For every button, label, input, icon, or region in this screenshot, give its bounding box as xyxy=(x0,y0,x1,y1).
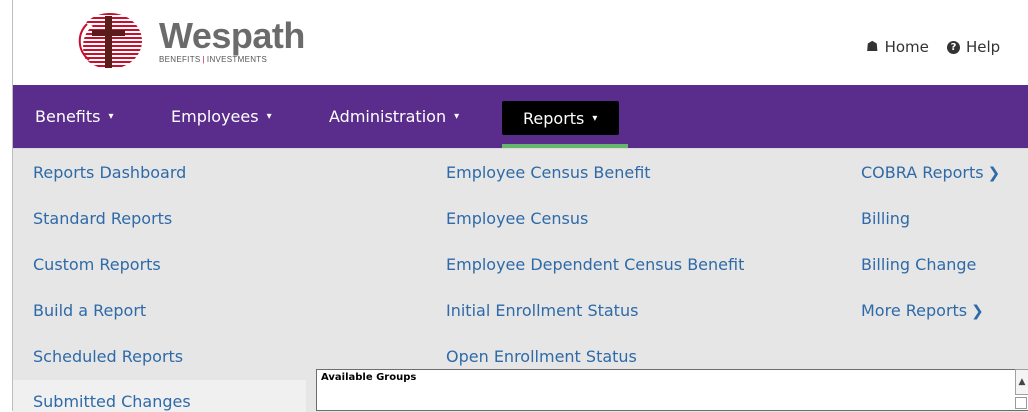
nav-administration[interactable]: Administration ▾ xyxy=(329,85,459,148)
menu-more-reports-label: More Reports xyxy=(861,301,968,320)
menu-billing[interactable]: Billing xyxy=(861,209,910,228)
nav-employees-label: Employees xyxy=(171,107,259,126)
available-groups-title: Available Groups xyxy=(321,372,417,383)
menu-initial-enrollment-status[interactable]: Initial Enrollment Status xyxy=(446,301,638,320)
chevron-down-icon: ▾ xyxy=(108,111,114,122)
nav-administration-label: Administration xyxy=(329,107,447,126)
brand-text: Wespath BENEFITS | INVESTMENTS xyxy=(159,15,305,65)
nav-benefits-label: Benefits xyxy=(35,107,101,126)
main-nav: Benefits ▾ Employees ▾ Administration ▾ … xyxy=(13,85,1028,148)
menu-submitted-changes[interactable]: Submitted Changes xyxy=(33,392,191,411)
menu-billing-change[interactable]: Billing Change xyxy=(861,255,976,274)
home-link[interactable]: ☗ Home xyxy=(866,38,929,56)
app-frame: Wespath BENEFITS | INVESTMENTS ☗ Home ? He… xyxy=(12,0,1028,412)
menu-build-a-report[interactable]: Build a Report xyxy=(33,301,146,320)
chevron-right-icon: ❯ xyxy=(987,164,1001,182)
nav-reports-label: Reports xyxy=(523,108,585,128)
menu-custom-reports[interactable]: Custom Reports xyxy=(33,255,161,274)
menu-cobra-reports[interactable]: COBRA Reports ❯ xyxy=(861,163,1000,182)
menu-standard-reports[interactable]: Standard Reports xyxy=(33,209,172,228)
tagline-investments: INVESTMENTS xyxy=(206,55,268,64)
nav-reports[interactable]: Reports ▾ xyxy=(502,101,620,135)
scroll-up-button[interactable]: ▲ xyxy=(1015,369,1028,395)
menu-open-enrollment-status[interactable]: Open Enrollment Status xyxy=(446,347,637,366)
home-label: Home xyxy=(884,38,929,56)
available-groups-panel[interactable]: Available Groups ▲ xyxy=(316,369,1028,411)
tagline-benefits: BENEFITS xyxy=(159,55,201,64)
home-icon: ☗ xyxy=(866,39,879,55)
menu-employee-census[interactable]: Employee Census xyxy=(446,209,588,228)
nav-benefits[interactable]: Benefits ▾ xyxy=(35,85,114,148)
wespath-logo[interactable]: Wespath BENEFITS | INVESTMENTS xyxy=(65,10,305,72)
brand-tagline: BENEFITS | INVESTMENTS xyxy=(159,55,305,64)
menu-more-reports[interactable]: More Reports ❯ xyxy=(861,301,984,320)
chevron-down-icon: ▾ xyxy=(592,112,598,124)
chevron-down-icon: ▾ xyxy=(266,111,272,122)
cross-flame-logo-icon xyxy=(76,13,142,69)
scrollbar-thumb[interactable] xyxy=(1015,397,1027,409)
menu-employee-census-benefit[interactable]: Employee Census Benefit xyxy=(446,163,651,182)
menu-cobra-reports-label: COBRA Reports xyxy=(861,163,984,182)
help-label: Help xyxy=(966,38,1001,56)
menu-employee-dependent-census-benefit[interactable]: Employee Dependent Census Benefit xyxy=(446,255,744,274)
brand-name: Wespath xyxy=(159,15,305,56)
chevron-down-icon: ▾ xyxy=(454,111,460,122)
header: Wespath BENEFITS | INVESTMENTS ☗ Home ? He… xyxy=(13,0,1028,85)
question-circle-icon: ? xyxy=(947,40,960,54)
menu-reports-dashboard[interactable]: Reports Dashboard xyxy=(33,163,186,182)
menu-scheduled-reports[interactable]: Scheduled Reports xyxy=(33,347,183,366)
help-link[interactable]: ? Help xyxy=(947,38,1000,56)
chevron-right-icon: ❯ xyxy=(971,302,984,320)
nav-employees[interactable]: Employees ▾ xyxy=(171,85,272,148)
